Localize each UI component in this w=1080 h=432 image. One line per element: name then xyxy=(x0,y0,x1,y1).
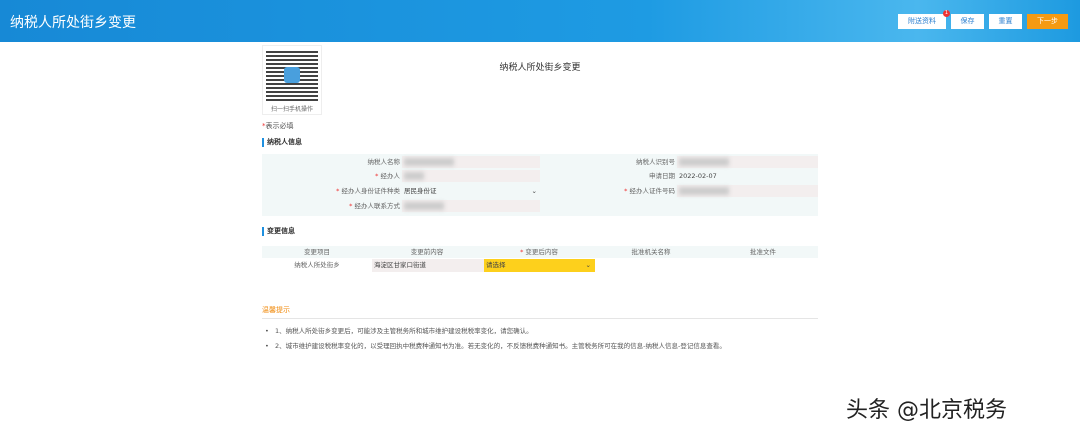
col-item: 变更项目 xyxy=(304,248,330,256)
after-content-select[interactable]: 请选择 ⌄ xyxy=(484,259,595,272)
qr-code-image xyxy=(266,49,318,101)
required-note-text: 表示必填 xyxy=(265,122,294,130)
chevron-down-icon: ⌄ xyxy=(585,261,591,269)
taxpayer-form: 纳税人名称 纳税人识别号 * 经办人 申请日期 2022-02-07 * 经办人… xyxy=(262,154,818,216)
tips-title: 温馨提示 xyxy=(262,306,290,314)
tip-item: • 2、城市维护建设税税率变化的，以受理回执中税费种通知书为准。若无变化的，不反… xyxy=(265,342,726,350)
reset-button[interactable]: 重置 xyxy=(989,14,1022,29)
taxpayer-name-label: 纳税人名称 xyxy=(367,158,401,166)
contact-label: * 经办人联系方式 xyxy=(349,202,400,210)
id-type-label: * 经办人身份证件种类 xyxy=(336,187,400,195)
chevron-down-icon: ⌄ xyxy=(531,187,537,195)
change-section-title: 变更信息 xyxy=(262,227,295,236)
taxpayer-name-field[interactable] xyxy=(402,156,540,168)
taxpayer-id-label: 纳税人识别号 xyxy=(636,158,675,166)
page-title: 纳税人所处街乡变更 xyxy=(499,63,581,73)
save-button[interactable]: 保存 xyxy=(951,14,984,29)
agent-label: * 经办人 xyxy=(375,172,400,180)
id-number-field[interactable] xyxy=(677,185,818,197)
attachments-button[interactable]: 附送资料 xyxy=(898,14,946,29)
contact-field[interactable] xyxy=(402,200,540,212)
qr-code-card: 扫一扫手机操作 xyxy=(262,45,322,115)
id-type-select[interactable]: 居民身份证 ⌄ xyxy=(402,185,540,197)
col-after: * 变更后内容 xyxy=(520,248,558,256)
agent-field[interactable] xyxy=(402,170,540,182)
id-number-label: * 经办人证件号码 xyxy=(624,187,675,195)
before-content-cell: 海淀区甘家口街道 xyxy=(372,259,484,272)
attachments-badge: 1 xyxy=(943,10,950,17)
taxpayer-id-field[interactable] xyxy=(677,156,818,168)
taxpayer-section-title: 纳税人信息 xyxy=(262,138,302,147)
col-document: 批准文件 xyxy=(750,248,776,256)
col-before: 变更前内容 xyxy=(410,248,444,256)
qr-caption: 扫一扫手机操作 xyxy=(270,106,313,113)
watermark: 头条 @北京税务 xyxy=(846,398,1007,423)
col-authority: 批准机关名称 xyxy=(631,248,671,256)
change-item-cell: 纳税人所处街乡 xyxy=(294,261,340,269)
date-value: 2022-02-07 xyxy=(679,172,717,180)
divider xyxy=(262,318,818,319)
next-button[interactable]: 下一步 xyxy=(1027,14,1068,29)
change-table-header: 变更项目 变更前内容 * 变更后内容 批准机关名称 批准文件 xyxy=(262,246,818,258)
required-note: *表示必填 xyxy=(262,121,294,131)
tip-item: • 1、纳税人所处街乡变更后，可能涉及主管税务所和城市维护建设税税率变化，请您确… xyxy=(265,327,533,335)
date-label: 申请日期 xyxy=(649,172,675,180)
header-bar: 纳税人所处街乡变更 附送资料 1 保存 重置 下一步 xyxy=(0,0,1080,42)
app-title: 纳税人所处街乡变更 xyxy=(10,15,136,31)
